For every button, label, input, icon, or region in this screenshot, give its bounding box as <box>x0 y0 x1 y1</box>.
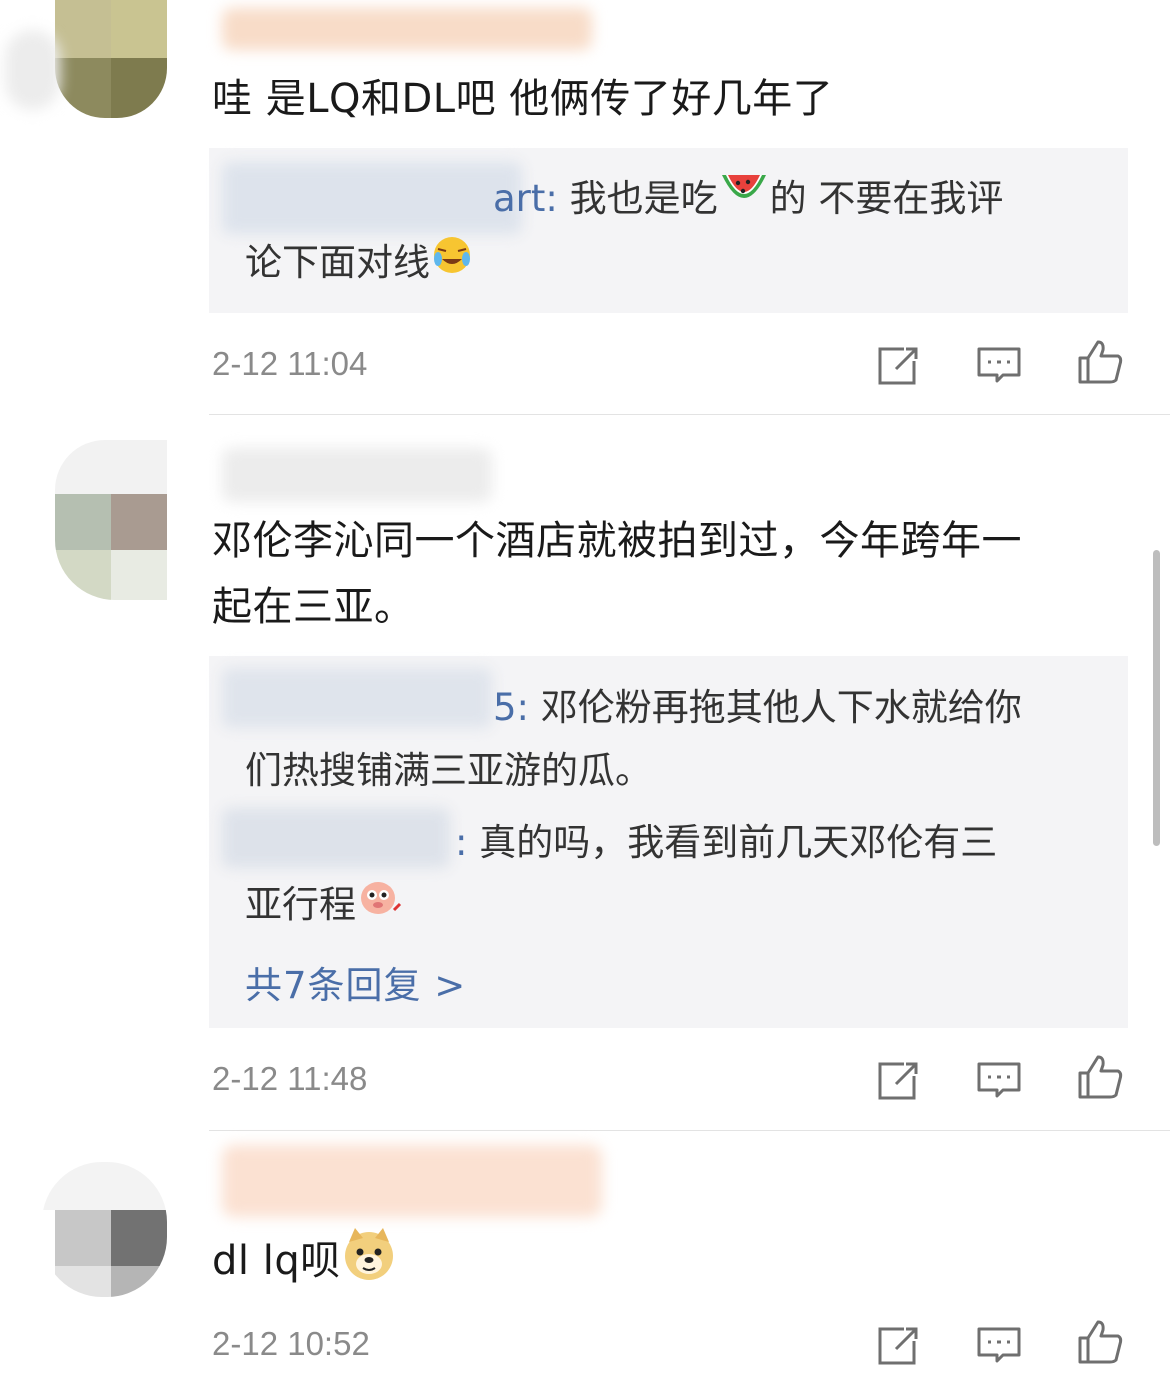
reply-text: 亚行程 <box>245 883 356 926</box>
reply-text-a: 我也是吃 <box>569 177 718 220</box>
repost-icon[interactable] <box>874 1321 922 1369</box>
reply-username[interactable]: art <box>493 177 545 220</box>
like-icon[interactable] <box>1076 338 1124 386</box>
username-blurred[interactable] <box>222 1145 602 1217</box>
username-blurred[interactable] <box>222 448 492 502</box>
repost-icon[interactable] <box>874 341 922 389</box>
username-blurred[interactable] <box>222 8 592 50</box>
doge-emoji <box>341 1226 397 1300</box>
avatar[interactable] <box>55 440 167 600</box>
reply-line-2: 论下面对线 <box>245 232 474 280</box>
comment-icon[interactable] <box>975 341 1023 389</box>
comment-text-content: dl lq呗 <box>212 1238 341 1284</box>
avatar-shadow <box>5 30 60 110</box>
comment-icon[interactable] <box>975 1321 1023 1369</box>
cute-pig-emoji <box>356 874 402 939</box>
scrollbar[interactable] <box>1153 550 1160 846</box>
avatar[interactable] <box>42 1162 167 1297</box>
divider <box>209 1130 1170 1131</box>
comment-time: 2-12 11:48 <box>212 1060 368 1097</box>
reply-line-2: 亚行程 <box>245 874 402 939</box>
reply-text: 邓伦粉再拖其他人下水就给你 <box>540 686 1022 729</box>
laughing-crying-emoji <box>430 233 474 280</box>
comment-time: 2-12 10:52 <box>212 1325 370 1362</box>
divider <box>209 414 1170 415</box>
reply-line-2: 们热搜铺满三亚游的瓜。 <box>245 749 652 792</box>
avatar[interactable] <box>55 0 167 118</box>
comment-icon[interactable] <box>975 1056 1023 1104</box>
reply-line: art: 我也是吃的 不要在我评 <box>245 168 1003 232</box>
comment-text: 哇 是LQ和DL吧 他俩传了好几年了 <box>212 76 834 122</box>
reply-text-b: 的 不要在我评 <box>769 177 1004 220</box>
reply-line: : 真的吗，我看到前几天邓伦有三 <box>455 821 998 864</box>
comment-text: dl lq呗 <box>212 1226 397 1300</box>
like-icon[interactable] <box>1076 1053 1124 1101</box>
comment-text-line-2: 起在三亚。 <box>212 584 415 630</box>
view-all-replies-link[interactable]: 共7条回复 > <box>245 955 466 1009</box>
reply-text: 真的吗，我看到前几天邓伦有三 <box>479 821 998 864</box>
reply-line: 5: 邓伦粉再拖其他人下水就给你 <box>493 686 1022 729</box>
comment-time: 2-12 11:04 <box>212 345 368 382</box>
reply-text-c: 论下面对线 <box>245 241 430 280</box>
watermelon-emoji <box>718 169 770 232</box>
comment-text-line-1: 邓伦李沁同一个酒店就被拍到过，今年跨年一 <box>212 518 1022 564</box>
repost-icon[interactable] <box>874 1056 922 1104</box>
like-icon[interactable] <box>1076 1318 1124 1366</box>
reply-username[interactable]: 5 <box>493 686 517 729</box>
